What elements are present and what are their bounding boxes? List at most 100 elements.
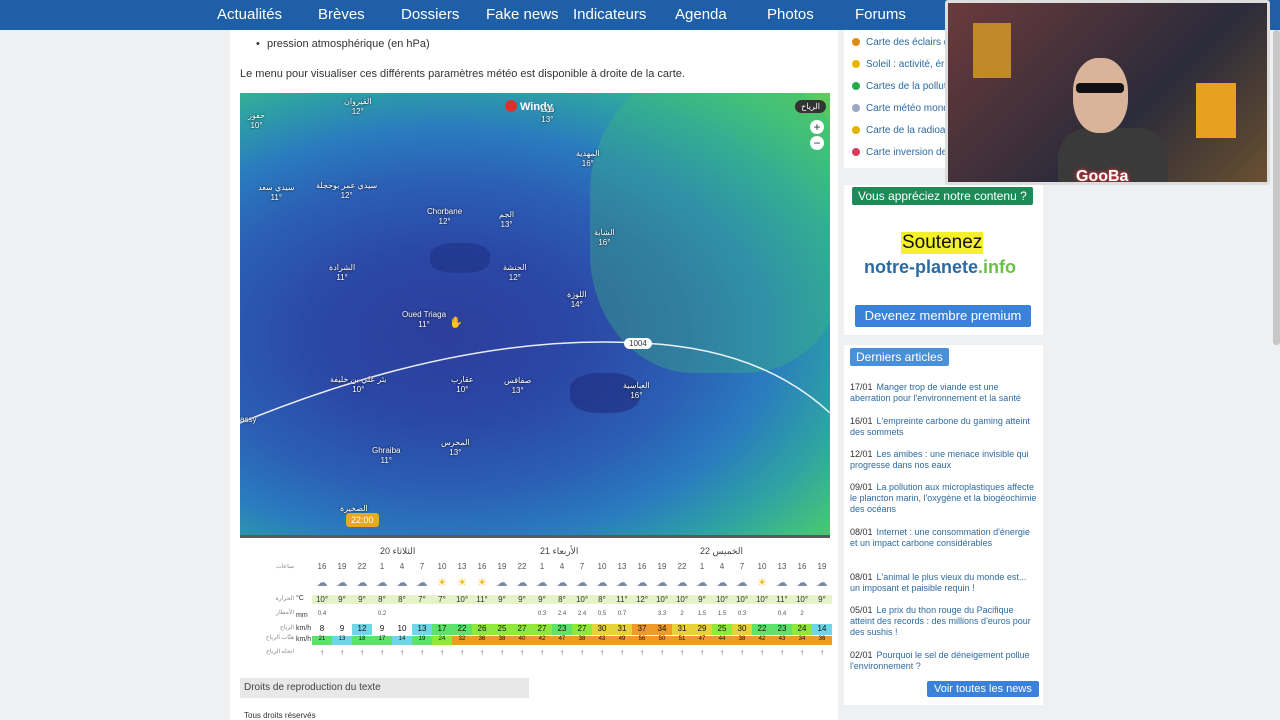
nav-actualites[interactable]: Actualités [217, 0, 282, 30]
rain-cell: 0.7 [617, 611, 627, 617]
article-link[interactable]: 08/01 L'animal le plus vieux du monde est… [850, 572, 1038, 594]
article-link[interactable]: 05/01 Le prix du thon rouge du Pacifique … [850, 605, 1038, 638]
hour-cell: 4 [719, 562, 725, 571]
support-tag: Vous appréciez notre contenu ? [852, 187, 1033, 205]
zoom-out-button[interactable]: − [810, 136, 824, 150]
temp-cell: 9° [692, 595, 712, 604]
wind-direction-icon: ↑ [720, 648, 724, 657]
city-label: Ghraiba 11° [372, 446, 401, 465]
article-content: pression atmosphérique (en hPa) Le menu … [230, 30, 838, 720]
rain-cell: 1.5 [697, 611, 707, 617]
temp-cell: 9° [812, 595, 832, 604]
unit-mm: mm [296, 612, 308, 619]
gust-cell: 32 [452, 636, 472, 645]
city-label: الشرادة 11° [329, 263, 356, 282]
gust-cell: 17 [372, 636, 392, 645]
wind-cell: 27 [512, 624, 532, 635]
wind-direction-icon: ↑ [780, 648, 784, 657]
wind-cell: 8 [312, 624, 332, 635]
rain-cell: 0.4 [317, 611, 327, 617]
weather-icon: ☁ [556, 577, 568, 589]
hour-cell: 22 [677, 562, 687, 571]
gust-cell: 43 [592, 636, 612, 645]
temp-cell: 10° [672, 595, 692, 604]
gust-cell: 13 [332, 636, 352, 645]
city-label: سيدي عمر بوحجلة 12° [316, 181, 378, 200]
hour-cell: 19 [817, 562, 827, 571]
wind-direction-icon: ↑ [460, 648, 464, 657]
intro-text: Le menu pour visualiser ces différents p… [240, 68, 685, 80]
article-link[interactable]: 08/01 Internet : une consommation d'énerg… [850, 527, 1038, 549]
article-link[interactable]: 17/01 Manger trop de viande est une aberr… [850, 382, 1038, 404]
weather-icon: ☁ [656, 577, 668, 589]
row-label-temp: الحرارة [275, 596, 294, 602]
hour-cell: 22 [357, 562, 367, 571]
city-label: assy [240, 415, 257, 424]
time-indicator[interactable]: 22:00 [346, 513, 379, 527]
brand-name: notre-planete.info [864, 257, 1017, 277]
nav-forums[interactable]: Forums [855, 0, 906, 30]
zoom-in-button[interactable]: + [810, 120, 824, 134]
hour-cell: 19 [497, 562, 507, 571]
temp-cell: 10° [572, 595, 592, 604]
wind-cell: 30 [732, 624, 752, 635]
row-label-gusts: هبّات الرياح [265, 635, 294, 641]
weather-icon: ☁ [376, 577, 388, 589]
article-link[interactable]: 02/01 Pourquoi le sel de déneigement poll… [850, 650, 1038, 672]
city-label: سيدي سعد 11° [258, 183, 295, 202]
nav-agenda[interactable]: Agenda [675, 0, 727, 30]
nav-photos[interactable]: Photos [767, 0, 814, 30]
all-news-button[interactable]: Voir toutes les news [927, 681, 1039, 697]
wind-direction-icon: ↑ [760, 648, 764, 657]
temp-cell: 10° [792, 595, 812, 604]
isobar-line [240, 341, 830, 424]
latest-articles-box: Derniers articles 17/01 Manger trop de vi… [844, 345, 1043, 705]
wind-cell: 25 [492, 624, 512, 635]
sidebar-link[interactable]: Carte des éclairs d... [852, 37, 958, 48]
article-link[interactable]: 12/01 Les amibes : une menace invisible q… [850, 449, 1038, 471]
page-scrollbar[interactable] [1273, 30, 1280, 345]
rain-cell: 2 [680, 611, 684, 617]
article-link[interactable]: 16/01 L'empreinte carbone du gaming attei… [850, 416, 1038, 438]
temp-cell: 12° [632, 595, 652, 604]
temp-cell: 8° [372, 595, 392, 604]
wind-direction-icon: ↑ [400, 648, 404, 657]
weather-icon: ☀ [477, 577, 487, 589]
city-label: Oued Triaga 11° [402, 310, 447, 329]
wind-cell: 37 [632, 624, 652, 635]
weather-icon: ☁ [816, 577, 828, 589]
wind-cell: 9 [332, 624, 352, 635]
row-label-hours: ساعات [276, 564, 294, 570]
hour-cell: 13 [777, 562, 787, 571]
windy-map[interactable]: 1004 Windy الرياح + − ✋ حفوز 10° القيروان… [240, 93, 830, 535]
temp-cell: 11° [772, 595, 792, 604]
nav-breves[interactable]: Brèves [318, 0, 365, 30]
wind-cell: 26 [472, 624, 492, 635]
sidebar-link[interactable]: Carte météo mondi... [852, 103, 959, 114]
city-label: قلعة 13° [540, 105, 555, 124]
gust-cell: 47 [552, 636, 572, 645]
temp-cell: 9° [332, 595, 352, 604]
wind-direction-icon: ↑ [360, 648, 364, 657]
rain-cell: 1.5 [717, 611, 727, 617]
layer-button[interactable]: الرياح [795, 100, 826, 113]
nav-fake-news[interactable]: Fake news [486, 0, 559, 30]
city-label: حفوز 10° [248, 111, 265, 130]
wall-poster [973, 23, 1011, 78]
wind-cell: 12 [352, 624, 372, 635]
hour-cell: 16 [477, 562, 487, 571]
wind-cell: 34 [652, 624, 672, 635]
nav-indicateurs[interactable]: Indicateurs [573, 0, 646, 30]
temp-cell: 8° [552, 595, 572, 604]
article-link[interactable]: 09/01 La pollution aux microplastiques af… [850, 482, 1038, 515]
rain-cell: 2.4 [557, 611, 567, 617]
temp-cell: 9° [532, 595, 552, 604]
hour-cell: 4 [559, 562, 565, 571]
gust-cell: 42 [532, 636, 552, 645]
wind-direction-icon: ↑ [580, 648, 584, 657]
premium-button[interactable]: Devenez membre premium [855, 305, 1031, 327]
gust-cell: 38 [572, 636, 592, 645]
wind-direction-icon: ↑ [340, 648, 344, 657]
nav-dossiers[interactable]: Dossiers [401, 0, 459, 30]
hour-cell: 16 [637, 562, 647, 571]
